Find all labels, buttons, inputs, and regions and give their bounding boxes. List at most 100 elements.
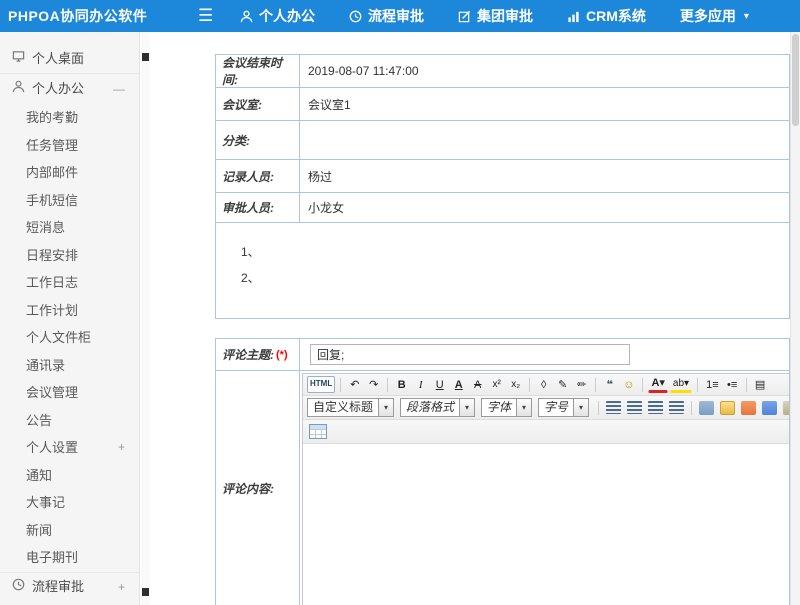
expand-icon[interactable]: + [118,434,125,462]
link-icon[interactable] [699,401,714,415]
field-label: 分类: [216,121,300,159]
sidebar-item-label: 内部邮件 [26,165,78,180]
top-bar: PHPOA协同办公软件 ☰ 个人办公 流程审批 集团审批 [0,0,800,32]
table-row: 评论主题: (*) [216,339,789,371]
select-value: 自定义标题 [308,399,378,416]
sidebar-item-personal-desktop[interactable]: 个人桌面 [0,44,139,74]
image-icon[interactable] [720,401,735,415]
collapse-icon[interactable]: — [113,74,125,104]
page-scrollbar[interactable] [790,32,800,605]
ordered-list-icon[interactable]: 1≡ [703,376,722,393]
content-line: 1、 [241,239,789,265]
nav-label: 流程审批 [368,6,424,26]
select-value: 字号 [539,399,573,416]
nav-more-apps[interactable]: 更多应用 ▾ [680,6,749,26]
sidebar-item-major-events[interactable]: 大事记 [0,489,139,517]
comment-subject-input[interactable] [310,344,630,365]
unordered-list-icon[interactable]: •≡ [724,376,741,393]
sidebar-item-notice[interactable]: 通知 [0,462,139,490]
editor-content-area[interactable] [303,444,789,605]
pencil-icon[interactable]: ✎ [554,376,571,393]
clock-icon [349,10,362,23]
sidebar-item-label: 日程安排 [26,248,78,263]
remove-format-icon[interactable]: ◊ [535,376,552,393]
scrollbar-thumb[interactable] [792,34,799,126]
meeting-detail-table: 会议结束时间: 2019-08-07 11:47:00 会议室: 会议室1 分类… [215,54,790,319]
toolbar-separator [746,378,747,392]
blockquote-icon[interactable]: ❝ [601,376,618,393]
scroll-down-mark[interactable] [142,588,149,596]
field-value: HTML ↶ ↷ B I U A A x² x₂ [300,371,789,605]
sidebar-item-label: 大事记 [26,495,65,510]
nav-group-approval[interactable]: 集团审批 [458,6,533,26]
hamburger-menu-icon[interactable]: ☰ [198,0,213,32]
sidebar-item-personal-settings[interactable]: 个人设置 + [0,434,139,462]
attachment-icon[interactable] [783,401,789,415]
subscript-icon[interactable]: x₂ [507,376,524,393]
font-name-icon[interactable]: A [450,376,467,393]
expand-icon[interactable]: + [118,573,125,602]
sidebar-item-label: 新闻 [26,523,52,538]
flash-icon[interactable] [741,401,756,415]
redo-icon[interactable]: ↷ [365,376,382,393]
select-value: 段落格式 [401,399,459,416]
sidebar-item-label: 公告 [26,413,52,428]
top-navigation: 个人办公 流程审批 集团审批 CRM系统 更多应用 [240,0,749,32]
app-brand: PHPOA协同办公软件 [8,0,147,32]
sidebar-item-e-journal[interactable]: 电子期刊 [0,544,139,572]
paragraph-format-select[interactable]: 段落格式 ▾ [400,398,475,417]
bar-chart-icon [567,10,580,23]
underline-icon[interactable]: U [431,376,448,393]
superscript-icon[interactable]: x² [488,376,505,393]
chevron-down-icon: ▾ [516,399,531,416]
field-label: 评论内容: [216,371,300,605]
emoticons-icon[interactable]: ☺ [620,376,637,393]
italic-icon[interactable]: I [412,376,429,393]
editor-toolbar-row1: HTML ↶ ↷ B I U A A x² x₂ [303,374,789,396]
align-center-icon[interactable] [627,401,642,414]
sidebar-item-work-plan[interactable]: 工作计划 [0,297,139,325]
nav-workflow-approval[interactable]: 流程审批 [349,6,424,26]
html-source-icon[interactable]: HTML [307,376,335,393]
template-icon[interactable]: ▤ [752,376,769,393]
strikethrough-icon[interactable]: A [469,376,486,393]
bold-icon[interactable]: B [393,376,410,393]
sidebar-item-mobile-sms[interactable]: 手机短信 [0,187,139,215]
sidebar-item-internal-mail[interactable]: 内部邮件 [0,159,139,187]
sidebar-item-my-attendance[interactable]: 我的考勤 [0,104,139,132]
sidebar-item-contacts[interactable]: 通讯录 [0,352,139,380]
field-label: 会议室: [216,88,300,120]
scroll-up-mark[interactable] [142,53,149,61]
custom-heading-select[interactable]: 自定义标题 ▾ [307,398,394,417]
insert-table-icon[interactable] [309,424,327,439]
align-right-icon[interactable] [648,401,663,414]
sidebar-item-workflow-approval[interactable]: 流程审批 + [0,572,139,602]
nav-crm-system[interactable]: CRM系统 [567,6,646,26]
font-color-icon[interactable]: A▾ [648,376,667,393]
sidebar-item-label: 会议管理 [26,385,78,400]
highlight-color-icon[interactable]: ab▾ [670,376,692,393]
sidebar-item-announcement[interactable]: 公告 [0,407,139,435]
sidebar-item-work-log[interactable]: 工作日志 [0,269,139,297]
font-family-select[interactable]: 字体 ▾ [481,398,532,417]
sidebar-scrollbar[interactable] [141,32,150,605]
format-painter-icon[interactable]: ✏ [573,376,590,393]
media-icon[interactable] [762,401,777,415]
toolbar-separator [595,378,596,392]
sidebar-item-personal-files[interactable]: 个人文件柜 [0,324,139,352]
sidebar-item-short-message[interactable]: 短消息 [0,214,139,242]
toolbar-separator [598,401,599,415]
sidebar-item-task-management[interactable]: 任务管理 [0,132,139,160]
sidebar-item-personal-office[interactable]: 个人办公 — [0,74,139,104]
align-justify-icon[interactable] [669,401,684,414]
sidebar-item-news[interactable]: 新闻 [0,517,139,545]
user-icon [12,74,25,104]
toolbar-separator [697,378,698,392]
sidebar-item-label: 通讯录 [26,358,65,373]
sidebar-item-schedule[interactable]: 日程安排 [0,242,139,270]
sidebar-item-meeting-management[interactable]: 会议管理 [0,379,139,407]
font-size-select[interactable]: 字号 ▾ [538,398,589,417]
nav-personal-office[interactable]: 个人办公 [240,6,315,26]
align-left-icon[interactable] [606,401,621,414]
undo-icon[interactable]: ↶ [346,376,363,393]
